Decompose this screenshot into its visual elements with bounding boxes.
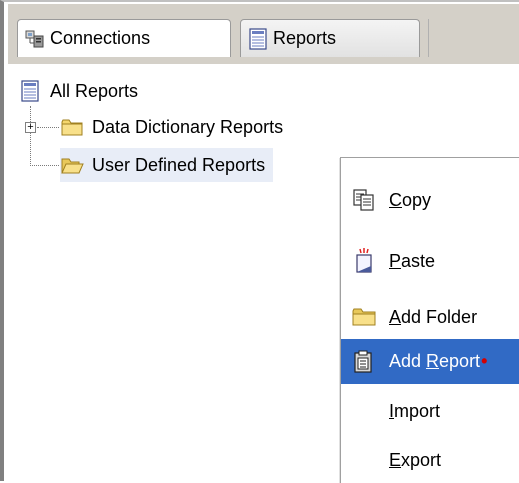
tab-strip: Connections Reports	[8, 4, 519, 65]
tree-node-data-dictionary-reports[interactable]: Data Dictionary Reports	[60, 112, 283, 142]
menu-item-add-folder[interactable]: Add Folder	[341, 297, 519, 337]
menu-item-label: Export	[389, 449, 442, 470]
reports-panel: Connections Reports All Reports + Data D…	[0, 0, 519, 483]
expand-toggle[interactable]: +	[25, 122, 36, 133]
tree-node-label: All Reports	[50, 80, 139, 101]
folder-icon	[352, 308, 376, 326]
tree-connector-line	[37, 127, 59, 128]
menu-item-label: Add Folder	[389, 306, 478, 327]
tab-strip-empty-area	[428, 19, 519, 57]
tree-node-label: Data Dictionary Reports	[92, 116, 284, 137]
tab-reports-label: Reports	[273, 28, 337, 48]
copy-icon	[353, 189, 374, 211]
tree-node-user-defined-reports[interactable]: User Defined Reports	[60, 148, 274, 182]
context-menu: Copy Paste Add Folder Add Report • Impor…	[340, 157, 519, 483]
reports-icon	[21, 80, 39, 102]
tree-node-all-reports[interactable]: All Reports	[18, 76, 138, 106]
new-badge-icon: •	[481, 351, 488, 371]
menu-item-import[interactable]: Import	[341, 391, 519, 431]
menu-item-label: Import	[389, 400, 441, 421]
menu-item-label: Add Report	[389, 351, 481, 371]
menu-item-paste[interactable]: Paste	[341, 241, 519, 281]
menu-item-label: Copy	[389, 189, 432, 210]
tab-connections-label: Connections	[50, 28, 151, 48]
reports-icon	[249, 27, 267, 50]
add-report-icon	[354, 350, 372, 373]
menu-item-label: Paste	[389, 250, 436, 271]
connections-icon	[25, 30, 44, 47]
paste-icon	[356, 248, 372, 273]
menu-item-copy[interactable]: Copy	[341, 180, 519, 220]
tree-connector-line	[30, 165, 59, 166]
tree-connector-line	[30, 106, 31, 166]
folder-open-icon	[61, 158, 84, 174]
tree-node-label: User Defined Reports	[92, 154, 266, 175]
tab-reports[interactable]: Reports	[240, 19, 420, 57]
menu-item-export[interactable]: Export	[341, 440, 519, 480]
folder-closed-icon	[61, 119, 83, 136]
menu-item-add-report[interactable]: Add Report •	[341, 339, 519, 384]
tab-connections[interactable]: Connections	[17, 19, 231, 57]
